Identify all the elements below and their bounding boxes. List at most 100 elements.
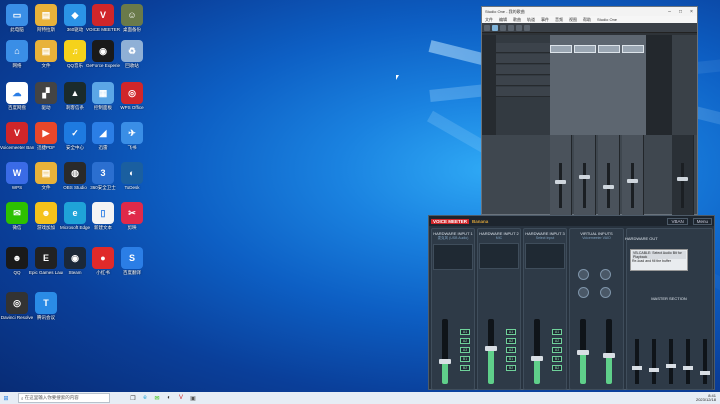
app-icon[interactable]: ▣ <box>188 394 198 403</box>
studio-one-window[interactable]: Studio One - 我的歌曲 – □ × 文件 编辑 歌曲 轨道 事件 音频 视图 帮助… <box>481 6 698 216</box>
strip-device[interactable]: 麦克风 (USB Audio) <box>432 236 474 241</box>
bus-button[interactable]: B1 <box>552 356 562 362</box>
eq-knob[interactable] <box>578 287 589 298</box>
bus-fader[interactable] <box>686 339 690 384</box>
studio-one-icon[interactable]: ◐ <box>164 394 174 403</box>
color-panel[interactable] <box>479 243 519 269</box>
fader-handle[interactable] <box>579 175 590 179</box>
fader-handle[interactable] <box>627 179 638 183</box>
menu-item[interactable]: 文件 <box>485 17 493 23</box>
fader-handle[interactable] <box>632 366 642 370</box>
bus-button[interactable]: A3 <box>506 347 516 353</box>
bus-button[interactable]: A2 <box>460 338 470 344</box>
menu-item[interactable]: 事件 <box>541 17 549 23</box>
bus-button[interactable]: A3 <box>552 347 562 353</box>
desktop-icon[interactable]: ✈ 飞书 <box>115 122 149 150</box>
bus-button[interactable]: A2 <box>552 338 562 344</box>
fader-handle[interactable] <box>485 346 497 352</box>
bus-button[interactable]: A1 <box>460 329 470 335</box>
fader-handle[interactable] <box>531 356 543 361</box>
track-header[interactable] <box>496 76 550 86</box>
desktop-icon[interactable]: ☺ 桌面备份 <box>115 4 149 32</box>
voicemeeter-icon[interactable]: V <box>176 394 186 403</box>
strip-device[interactable]: Voicemeeter VAIO <box>570 236 623 240</box>
bus-fader[interactable] <box>652 339 656 384</box>
minimize-icon[interactable]: – <box>664 9 675 15</box>
strip-device[interactable]: MIC <box>478 236 520 240</box>
search-box[interactable]: ⌕ 在这里输入你要搜索的内容 <box>18 393 110 403</box>
fader-handle[interactable] <box>603 185 614 189</box>
desktop-icon[interactable]: ♻ 回收站 <box>115 40 149 68</box>
strip-device[interactable]: Select Input <box>524 236 566 240</box>
tool-icon[interactable] <box>516 24 522 31</box>
bus-button[interactable]: A3 <box>460 347 470 353</box>
bus-fader[interactable] <box>635 339 639 384</box>
gain-fader[interactable] <box>488 319 494 384</box>
bus-fader[interactable] <box>703 339 707 384</box>
title-bar[interactable]: Studio One - 我的歌曲 – □ × <box>482 7 697 16</box>
fader-handle[interactable] <box>666 363 676 368</box>
fader-handle[interactable] <box>700 370 710 375</box>
eq-knob[interactable] <box>578 269 589 280</box>
color-panel[interactable] <box>525 243 565 269</box>
bus-button[interactable]: B1 <box>506 356 516 362</box>
fader-handle[interactable] <box>555 180 566 184</box>
fader-handle[interactable] <box>577 349 589 355</box>
bus-fader[interactable] <box>669 339 673 384</box>
desktop-icon[interactable]: T 腾讯会议 <box>29 292 63 320</box>
tool-icon[interactable] <box>524 24 530 31</box>
menu-item[interactable]: 歌曲 <box>513 17 521 23</box>
gain-fader[interactable] <box>606 319 612 384</box>
bus-button[interactable]: B2 <box>460 365 470 371</box>
bus-button[interactable]: B2 <box>552 365 562 371</box>
track-header[interactable] <box>496 54 550 64</box>
clock[interactable]: 8:41 2023/12/18 <box>696 393 716 403</box>
tool-icon[interactable] <box>508 24 514 31</box>
edge-icon[interactable]: e <box>140 394 150 403</box>
menu-item[interactable]: 帮助 <box>583 17 591 23</box>
wechat-icon[interactable]: ✉ <box>152 394 162 403</box>
fader-handle[interactable] <box>649 368 659 373</box>
desktop-icon[interactable]: S 百度翻译 <box>115 247 149 275</box>
arrow-tool-icon[interactable] <box>492 24 498 31</box>
menu-button[interactable]: Menu <box>692 217 712 225</box>
menu-item[interactable]: 轨道 <box>527 17 535 23</box>
bus-button[interactable]: A1 <box>552 329 562 335</box>
desktop-icon[interactable]: ✂ 剪映 <box>115 202 149 230</box>
bus-button[interactable]: A1 <box>506 329 516 335</box>
desktop-icon[interactable]: ◐ ToDesk <box>115 162 149 190</box>
menu-item[interactable]: 编辑 <box>499 17 507 23</box>
eq-knob[interactable] <box>600 269 611 280</box>
desktop-icon[interactable]: ◎ WPS Office <box>115 82 149 110</box>
fader-handle[interactable] <box>677 177 688 181</box>
task-view-icon[interactable]: ❒ <box>128 394 138 403</box>
menu-item[interactable]: Studio One <box>597 17 617 22</box>
track-header[interactable] <box>496 87 550 97</box>
audio-clip[interactable] <box>598 45 620 53</box>
vban-button[interactable]: VBAN <box>667 217 688 225</box>
menu-item[interactable]: 视图 <box>569 17 577 23</box>
fader-handle[interactable] <box>683 366 693 370</box>
dialog[interactable]: VB-CABLE: Select Audio Bit for Playback … <box>630 249 688 271</box>
voicemeeter-window[interactable]: VOICE MEETER Banana VBAN Menu VB-CABLE: … <box>428 215 715 390</box>
menu-item[interactable]: 音频 <box>555 17 563 23</box>
bus-button[interactable]: B1 <box>460 356 470 362</box>
eq-knob[interactable] <box>600 287 611 298</box>
track-header[interactable] <box>496 65 550 75</box>
fader-handle[interactable] <box>603 352 615 358</box>
track-header[interactable] <box>496 43 550 53</box>
bus-button[interactable]: A2 <box>506 338 516 344</box>
start-icon[interactable]: ⊞ <box>1 394 11 403</box>
audio-clip[interactable] <box>622 45 644 53</box>
tool-icon[interactable] <box>484 24 490 31</box>
color-panel[interactable] <box>433 244 473 270</box>
gain-fader[interactable] <box>442 319 448 384</box>
close-icon[interactable]: × <box>686 9 697 15</box>
gain-fader[interactable] <box>534 319 540 384</box>
audio-clip[interactable] <box>574 45 596 53</box>
audio-clip[interactable] <box>550 45 572 53</box>
tool-icon[interactable] <box>500 24 506 31</box>
maximize-icon[interactable]: □ <box>675 9 686 15</box>
bus-button[interactable]: B2 <box>506 365 516 371</box>
fader-handle[interactable] <box>439 359 451 365</box>
